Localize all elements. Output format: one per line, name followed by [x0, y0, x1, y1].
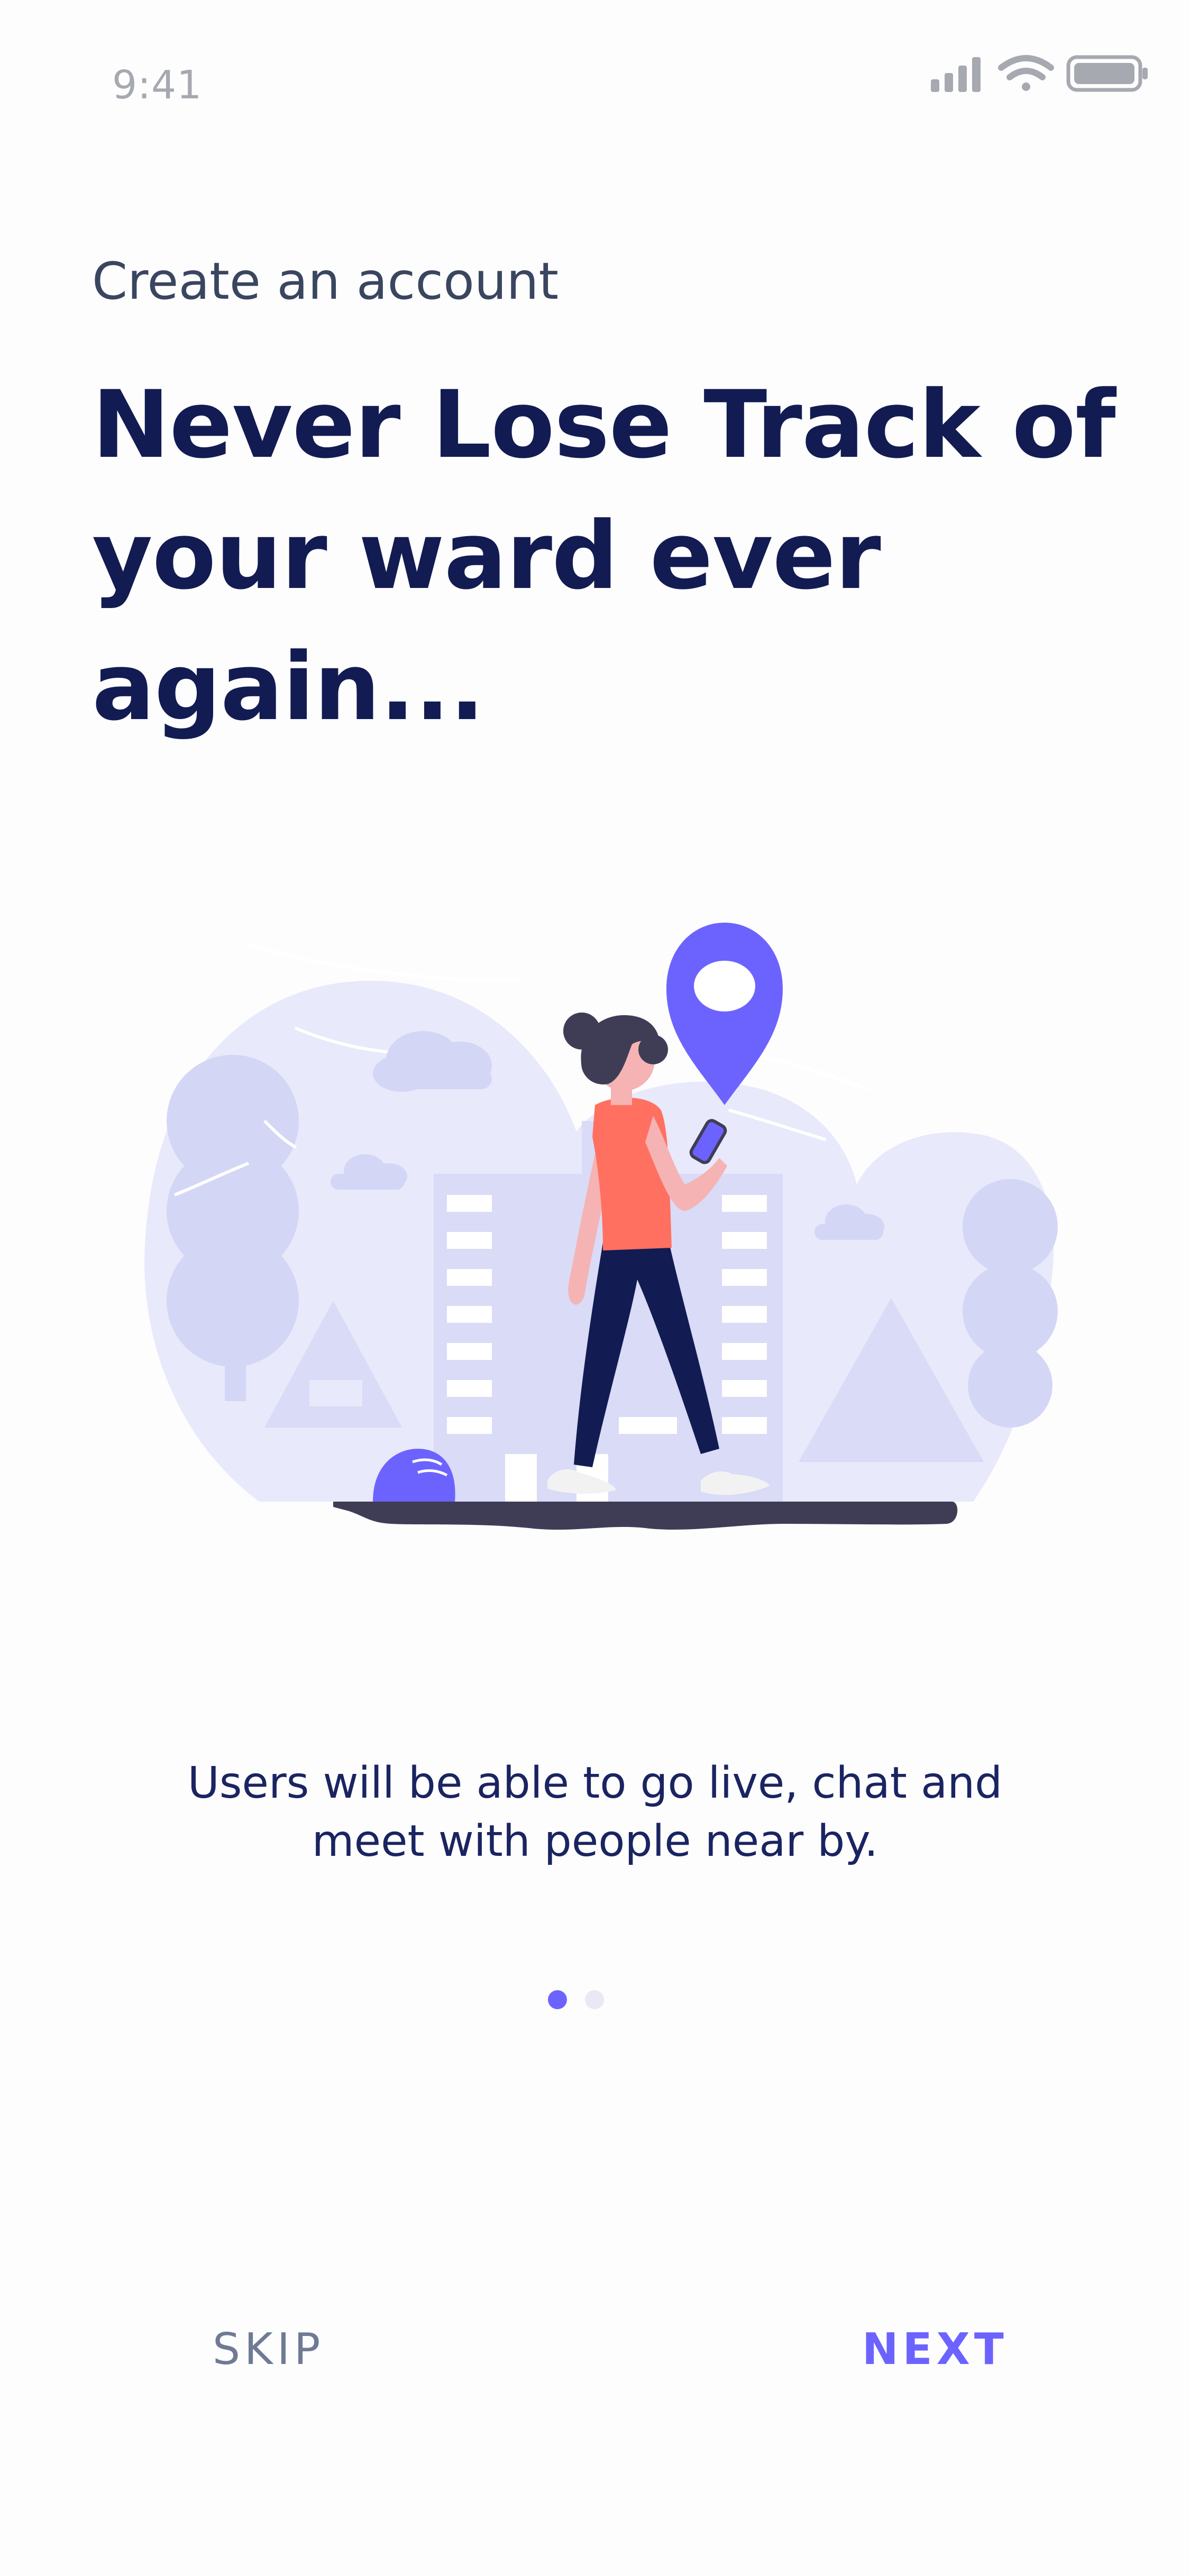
page-title: Never Lose Track of your ward ever again…	[92, 371, 1116, 741]
page-indicator	[548, 1989, 604, 2010]
ground	[333, 1502, 958, 1530]
status-icons	[928, 52, 1150, 94]
battery-icon	[1066, 55, 1148, 92]
status-time: 9:41	[112, 62, 203, 108]
signal-icon	[931, 57, 981, 92]
page-dot-inactive[interactable]	[585, 1990, 604, 2009]
skip-button[interactable]: SKIP	[213, 2324, 324, 2375]
location-pin-icon	[666, 923, 783, 1105]
onboarding-description: Users will be able to go live, chat and …	[187, 1758, 1003, 1866]
onboarding-screen: 9:41 Create an account Never Lose Track …	[0, 0, 1190, 2576]
onboarding-illustration	[0, 846, 1190, 1554]
wifi-icon	[998, 55, 1054, 91]
page-dot-active[interactable]	[548, 1990, 567, 2009]
next-button[interactable]: NEXT	[862, 2324, 1008, 2375]
page-subtitle: Create an account	[92, 252, 559, 311]
